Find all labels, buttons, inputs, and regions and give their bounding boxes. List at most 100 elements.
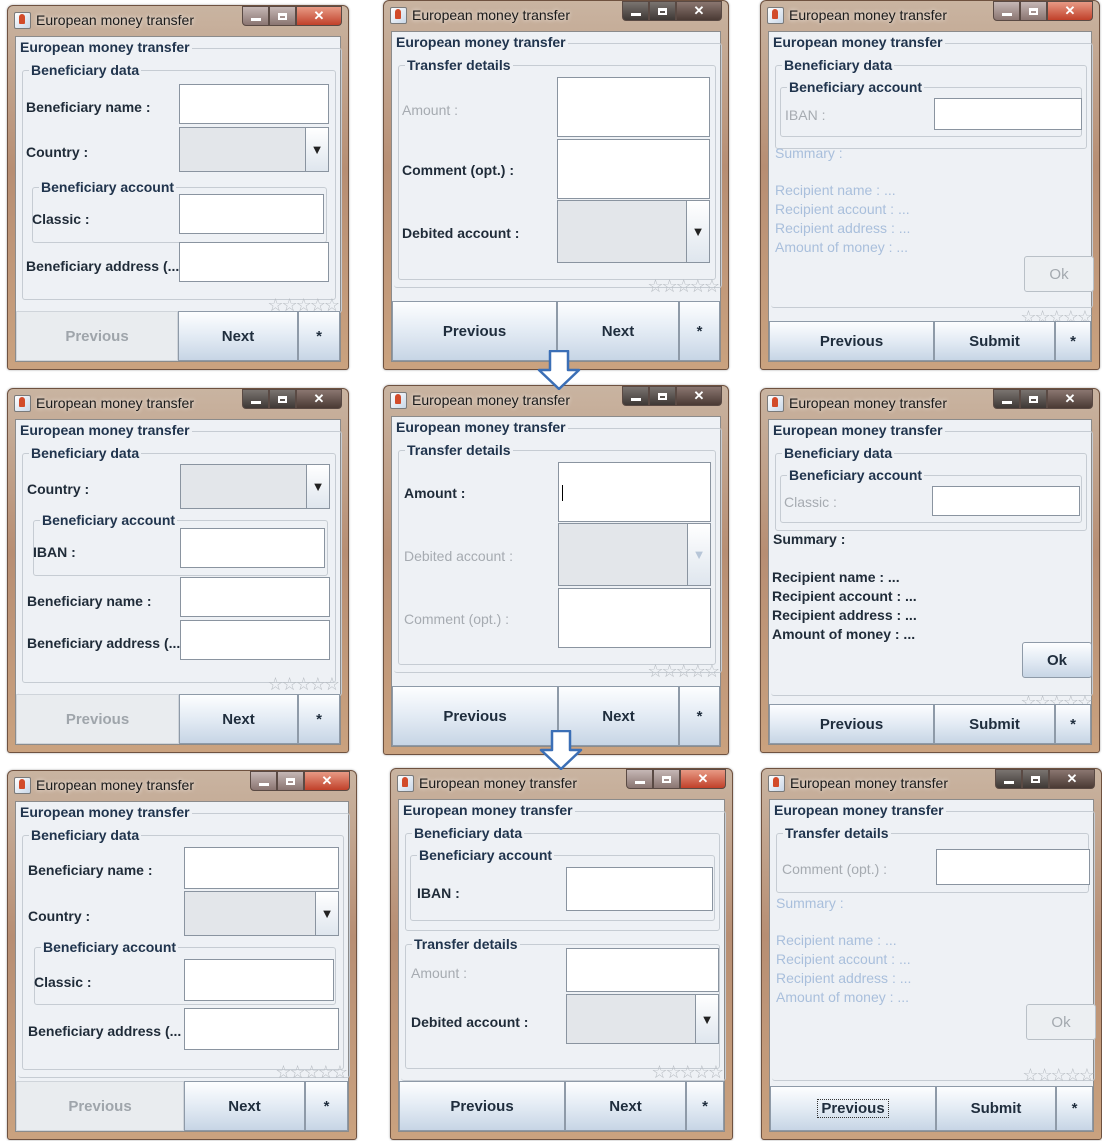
ok-button[interactable]: Ok <box>1024 256 1094 292</box>
minimize-button[interactable] <box>622 386 649 406</box>
summary-label: Summary : <box>776 895 844 911</box>
iban-field[interactable] <box>934 98 1082 130</box>
debited-account-combo[interactable]: ▼ <box>557 200 710 263</box>
amount-field[interactable] <box>566 948 719 992</box>
minimize-button[interactable] <box>626 769 653 789</box>
star-button[interactable]: * <box>679 686 720 746</box>
minimize-button[interactable] <box>995 769 1022 789</box>
close-button[interactable]: ✕ <box>1047 389 1093 409</box>
iban-label: IBAN : <box>33 544 76 560</box>
close-button[interactable]: ✕ <box>676 386 722 406</box>
submit-button[interactable]: Submit <box>934 704 1055 744</box>
rating-stars[interactable]: ☆☆☆☆☆ <box>267 674 340 695</box>
transfer-details-title: Transfer details <box>405 442 513 458</box>
star-button[interactable]: * <box>686 1081 724 1131</box>
star-button[interactable]: * <box>679 301 720 361</box>
star-button[interactable]: * <box>298 694 340 744</box>
maximize-button[interactable] <box>649 1 676 21</box>
minimize-button[interactable] <box>250 771 277 791</box>
close-button[interactable]: ✕ <box>296 6 342 26</box>
minimize-button[interactable] <box>993 1 1020 21</box>
submit-button[interactable]: Submit <box>936 1086 1056 1131</box>
iban-field[interactable] <box>566 867 713 911</box>
comment-field[interactable] <box>936 849 1090 885</box>
close-button[interactable]: ✕ <box>676 1 722 21</box>
close-button[interactable]: ✕ <box>304 771 350 791</box>
ok-button[interactable]: Ok <box>1022 642 1092 678</box>
rating-stars[interactable]: ☆☆☆☆☆ <box>647 276 720 297</box>
maximize-button[interactable] <box>649 386 676 406</box>
country-combo[interactable]: ▼ <box>184 891 339 936</box>
classic-field[interactable] <box>179 194 324 234</box>
close-button[interactable]: ✕ <box>1047 1 1093 21</box>
title-bar: European money transfer ✕ <box>762 769 1101 799</box>
previous-button[interactable]: Previous <box>770 1086 936 1131</box>
star-button[interactable]: * <box>305 1081 348 1131</box>
recipient-name-label: Recipient name : ... <box>776 932 897 948</box>
maximize-button[interactable] <box>1020 1 1047 21</box>
comment-field[interactable] <box>558 588 711 648</box>
amount-field[interactable] <box>557 77 710 137</box>
star-button[interactable]: * <box>1056 1086 1093 1131</box>
star-button[interactable]: * <box>298 311 340 361</box>
rating-stars[interactable]: ☆☆☆☆☆ <box>1022 1065 1095 1086</box>
next-button[interactable]: Next <box>178 311 298 361</box>
close-button[interactable]: ✕ <box>680 769 726 789</box>
java-app-icon <box>14 12 31 29</box>
star-button[interactable]: * <box>1055 321 1091 361</box>
minimize-button[interactable] <box>622 1 649 21</box>
next-button[interactable]: Next <box>565 1081 686 1131</box>
beneficiary-address-field[interactable] <box>184 1008 339 1050</box>
rating-stars[interactable]: ☆☆☆☆☆ <box>275 1062 348 1083</box>
java-app-icon <box>390 7 407 24</box>
classic-field[interactable] <box>932 486 1080 516</box>
window-r3c3: European money transfer ✕ European money… <box>761 768 1102 1140</box>
close-button[interactable]: ✕ <box>296 389 342 409</box>
beneficiary-account-title: Beneficiary account <box>787 467 925 483</box>
next-button[interactable]: Next <box>179 694 298 744</box>
maximize-button[interactable] <box>1020 389 1047 409</box>
debited-account-combo[interactable]: ▼ <box>558 523 711 586</box>
previous-button[interactable]: Previous <box>392 686 558 746</box>
recipient-address-label: Recipient address : ... <box>775 220 911 236</box>
rating-stars[interactable]: ☆☆☆☆☆ <box>647 661 720 682</box>
window-title: European money transfer <box>789 7 947 23</box>
minimize-button[interactable] <box>242 6 269 26</box>
previous-button[interactable]: Previous <box>16 694 179 744</box>
submit-button[interactable]: Submit <box>934 321 1055 361</box>
next-button[interactable]: Next <box>184 1081 305 1131</box>
maximize-button[interactable] <box>653 769 680 789</box>
country-combo[interactable]: ▼ <box>180 464 330 509</box>
beneficiary-name-field[interactable] <box>179 84 329 124</box>
debited-account-combo[interactable]: ▼ <box>566 994 719 1044</box>
previous-button[interactable]: Previous <box>769 704 934 744</box>
previous-button[interactable]: Previous <box>769 321 934 361</box>
maximize-button[interactable] <box>277 771 304 791</box>
country-combo[interactable]: ▼ <box>179 127 329 172</box>
minimize-button[interactable] <box>242 389 269 409</box>
maximize-button[interactable] <box>269 389 296 409</box>
previous-button[interactable]: Previous <box>392 301 557 361</box>
amount-field[interactable] <box>558 462 711 522</box>
classic-field[interactable] <box>184 959 334 1001</box>
maximize-button[interactable] <box>1022 769 1049 789</box>
beneficiary-address-field[interactable] <box>180 620 330 660</box>
minimize-button[interactable] <box>993 389 1020 409</box>
ok-button[interactable]: Ok <box>1026 1004 1096 1040</box>
comment-field[interactable] <box>557 139 710 199</box>
beneficiary-name-field[interactable] <box>184 847 339 889</box>
maximize-button[interactable] <box>269 6 296 26</box>
java-app-icon <box>767 7 784 24</box>
beneficiary-name-field[interactable] <box>180 577 330 617</box>
previous-button[interactable]: Previous <box>16 311 178 361</box>
rating-stars[interactable]: ☆☆☆☆☆ <box>651 1062 724 1083</box>
beneficiary-name-label: Beneficiary name : <box>26 99 151 115</box>
previous-button[interactable]: Previous <box>399 1081 565 1131</box>
iban-field[interactable] <box>180 528 325 568</box>
previous-button[interactable]: Previous <box>16 1081 184 1131</box>
summary-label: Summary : <box>773 531 846 547</box>
transfer-details-title: Transfer details <box>783 825 891 841</box>
beneficiary-address-field[interactable] <box>179 242 329 282</box>
close-button[interactable]: ✕ <box>1049 769 1095 789</box>
star-button[interactable]: * <box>1055 704 1091 744</box>
